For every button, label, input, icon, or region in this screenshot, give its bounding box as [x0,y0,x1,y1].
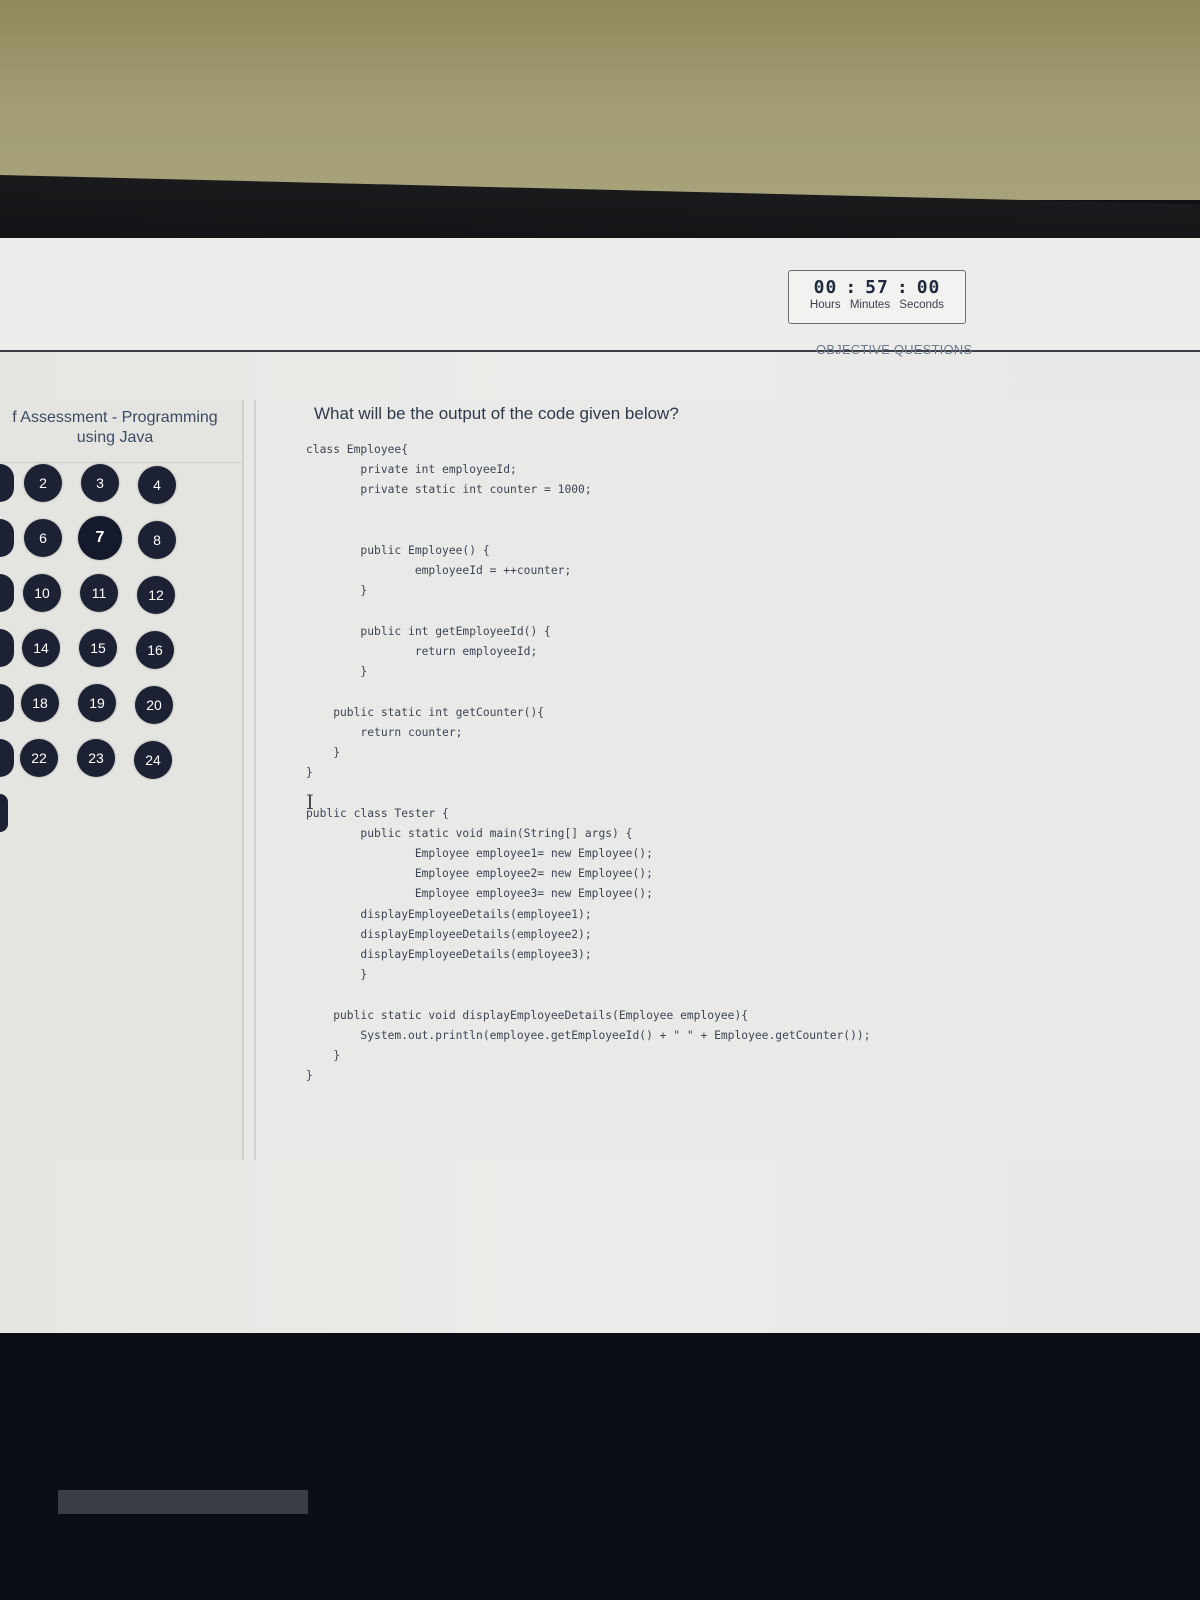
timer-hours: 00 [813,277,838,298]
sidebar-divider [0,462,242,463]
timer-digits: 00:57:00 [789,277,965,298]
timer-separator: : [845,277,858,298]
question-button[interactable]: 15 [79,629,117,667]
question-text: What will be the output of the code give… [314,404,679,423]
timer-seconds: 00 [916,277,941,298]
question-button-current[interactable]: 7 [78,516,122,560]
question-button[interactable]: 2 [24,464,62,502]
assessment-title: f Assessment - Programming using Java [0,408,230,448]
taskbar-element [58,1490,308,1514]
background-wall [0,0,1200,200]
question-button[interactable]: 11 [80,574,118,612]
question-button-partial[interactable] [0,574,14,612]
question-button[interactable]: 18 [21,684,59,722]
question-button[interactable]: 6 [24,519,62,557]
countdown-timer: 00:57:00 Hours Minutes Seconds [788,270,966,324]
timer-separator: : [896,277,909,298]
question-button[interactable]: 12 [137,576,175,614]
question-button[interactable]: 24 [134,741,172,779]
timer-labels: Hours Minutes Seconds [789,299,965,311]
timer-minutes: 57 [865,277,889,298]
question-button-partial[interactable] [0,464,14,502]
question-button[interactable]: 19 [78,684,116,722]
timer-hours-label: Hours [809,299,841,311]
timer-seconds-label: Seconds [899,299,945,311]
question-navigator: f Assessment - Programming using Java 2 … [0,400,244,1160]
question-button[interactable]: 4 [138,466,176,504]
question-button-partial[interactable] [0,629,14,667]
text-cursor-icon: I [306,790,314,814]
assessment-title-line2: using Java [76,429,154,446]
monitor-bezel-bottom [0,1333,1200,1600]
header-bar: 00:57:00 Hours Minutes Seconds OBJECTIVE… [0,238,1200,357]
question-button-partial[interactable] [0,794,8,832]
question-button[interactable]: 23 [77,739,115,777]
section-label[interactable]: OBJECTIVE QUESTIONS [816,342,972,357]
code-block: class Employee{ private int employeeId; … [306,443,871,1083]
question-button-partial[interactable] [0,739,14,777]
timer-minutes-label: Minutes [849,299,891,311]
question-button-partial[interactable] [0,519,14,557]
question-button[interactable]: 10 [23,574,61,612]
question-button[interactable]: 8 [138,521,176,559]
question-button[interactable]: 20 [135,686,173,724]
question-button[interactable]: 14 [22,629,60,667]
question-button-partial[interactable] [0,684,14,722]
question-button[interactable]: 16 [136,631,174,669]
question-panel: What will be the output of the code give… [254,400,1200,1160]
screen: 00:57:00 Hours Minutes Seconds OBJECTIVE… [0,238,1200,1333]
question-button[interactable]: 3 [81,464,119,502]
question-button[interactable]: 22 [20,739,58,777]
assessment-title-line1: f Assessment - Programming [12,409,218,426]
